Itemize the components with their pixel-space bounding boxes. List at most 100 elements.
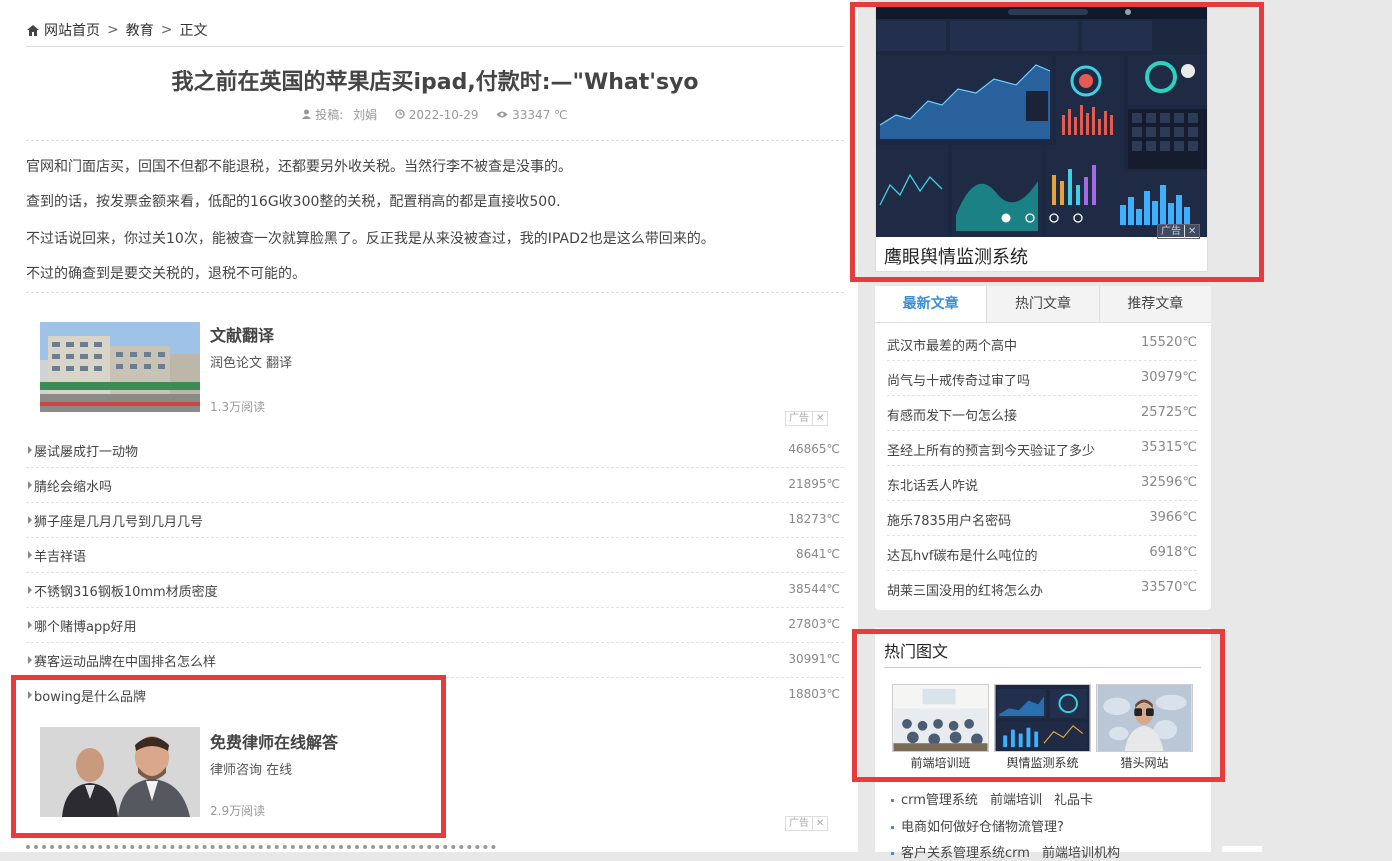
ad-description: 润色论文 翻译 (210, 356, 293, 371)
scroll-to-top-edge[interactable] (1222, 846, 1262, 852)
breadcrumb-home-link[interactable]: 网站首页 (44, 20, 100, 40)
ad-label: 广告 (789, 818, 809, 829)
latest-list-item[interactable]: 武汉市最差的两个高中 15520℃ (887, 326, 1197, 361)
related-list-item[interactable]: 羊吉祥语 8641℃ (26, 538, 844, 573)
latest-item-title[interactable]: 圣经上所有的预言到今天验证了多少 (887, 440, 1095, 459)
latest-item-title[interactable]: 施乐7835用户名密码 (887, 510, 1011, 529)
publish-date: 2022-10-29 (408, 108, 479, 122)
related-item-views: 27803℃ (788, 617, 840, 631)
breadcrumb-category-link[interactable]: 教育 (126, 20, 154, 40)
tab-recommended[interactable]: 推荐文章 (1098, 286, 1211, 322)
latest-list-item[interactable]: 圣经上所有的预言到今天验证了多少 35315℃ (887, 431, 1197, 466)
latest-item-views: 25725℃ (1141, 405, 1197, 420)
related-item-title[interactable]: 狮子座是几月几号到几月几号 (34, 511, 203, 530)
latest-item-views: 15520℃ (1141, 335, 1197, 350)
related-item-title[interactable]: 赛客运动品牌在中国排名怎么样 (34, 651, 216, 670)
article-paragraph: 查到的话，按发票金额来看，低配的16G收300整的关税，配置稍高的都是直接收50… (26, 194, 561, 210)
latest-list-item[interactable]: 达瓦hvf碳布是什么吨位的 6918℃ (887, 536, 1197, 571)
tag-link[interactable]: 前端培训 (990, 793, 1042, 808)
home-icon (27, 24, 39, 36)
latest-item-views: 30979℃ (1141, 370, 1197, 385)
tag-link[interactable]: 客户关系管理系统crm (901, 846, 1030, 861)
latest-list-item[interactable]: 尚气与十戒传奇过审了吗 30979℃ (887, 361, 1197, 396)
related-item-views: 21895℃ (788, 477, 840, 491)
latest-item-title[interactable]: 武汉市最差的两个高中 (887, 335, 1017, 354)
related-item-views: 8641℃ (795, 547, 840, 561)
related-item-views: 18803℃ (788, 687, 840, 701)
ad-badge: 广告 ✕ (785, 411, 829, 426)
latest-item-views: 32596℃ (1141, 475, 1197, 490)
user-icon (302, 109, 312, 119)
caret-right-icon (28, 621, 32, 629)
latest-item-title[interactable]: 有感而发下一句怎么接 (887, 405, 1017, 424)
highlight-box (11, 675, 446, 838)
latest-item-views: 35315℃ (1141, 440, 1197, 455)
tag-link[interactable]: 礼品卡 (1054, 793, 1093, 808)
eye-icon (496, 111, 508, 118)
bullet-icon (891, 799, 894, 802)
breadcrumb-current: 正文 (179, 23, 208, 39)
related-list-item[interactable]: 腈纶会缩水吗 21895℃ (26, 468, 844, 503)
ad-label: 广告 (789, 413, 809, 424)
view-count: 33347 ℃ (512, 108, 568, 122)
ad-title[interactable]: 文献翻译 (210, 322, 274, 346)
related-list-item[interactable]: 不锈钢316钢板10mm材质密度 38544℃ (26, 573, 844, 608)
author-label: 投稿: (315, 108, 344, 122)
caret-right-icon (28, 516, 32, 524)
breadcrumb: 网站首页 > 教育 > 正文 (26, 20, 207, 40)
bullet-icon (891, 852, 894, 855)
latest-item-title[interactable]: 东北话丢人咋说 (887, 475, 978, 494)
related-item-views: 30991℃ (788, 652, 840, 666)
caret-right-icon (28, 481, 32, 489)
breadcrumb-separator: > (160, 22, 173, 38)
latest-item-title[interactable]: 尚气与十戒传奇过审了吗 (887, 370, 1030, 389)
related-item-views: 18273℃ (788, 512, 840, 526)
latest-list-item[interactable]: 施乐7835用户名密码 3966℃ (887, 501, 1197, 536)
ad-badge: 广告 ✕ (785, 816, 829, 831)
highlight-box (850, 2, 1264, 282)
related-list-item[interactable]: 狮子座是几月几号到几月几号 18273℃ (26, 503, 844, 538)
related-item-title[interactable]: 哪个赌博app好用 (34, 616, 136, 635)
ad-thumbnail-building[interactable] (40, 322, 200, 412)
divider (26, 292, 844, 293)
article-paragraph: 不过的确查到是要交关税的，退税不可能的。 (26, 266, 306, 282)
highlight-box (852, 629, 1225, 782)
related-list-item[interactable]: 屡试屡成打一动物 46865℃ (26, 433, 844, 468)
author-name[interactable]: 刘娟 (353, 108, 377, 122)
latest-item-views: 6918℃ (1149, 545, 1197, 560)
caret-right-icon (28, 551, 32, 559)
latest-item-title[interactable]: 胡莱三国没用的红将怎么办 (887, 580, 1043, 599)
related-item-title[interactable]: 不锈钢316钢板10mm材质密度 (34, 581, 218, 600)
article-title: 我之前在英国的苹果店买ipad,付款时:—"What'syo (171, 70, 699, 95)
article-paragraph: 不过话说回来，你过关10次，能被查一次就算脸黑了。反正我是从来没被查过，我的IP… (26, 231, 715, 247)
related-list-item[interactable]: 赛客运动品牌在中国排名怎么样 30991℃ (26, 643, 844, 678)
article-tabs-panel: 最新文章 热门文章 推荐文章 武汉市最差的两个高中 15520℃ 尚气与十戒传奇过… (875, 286, 1211, 610)
article-paragraph: 官网和门面店买，回国不但都不能退税，还都要另外收关税。当然行李不被查是没事的。 (26, 159, 572, 175)
related-list-item[interactable]: 哪个赌博app好用 27803℃ (26, 608, 844, 643)
next-item-partial (26, 845, 726, 852)
caret-right-icon (28, 656, 32, 664)
caret-right-icon (28, 586, 32, 594)
tab-hot[interactable]: 热门文章 (986, 286, 1099, 322)
latest-list-item[interactable]: 东北话丢人咋说 32596℃ (887, 466, 1197, 501)
ad-close-icon[interactable]: ✕ (812, 817, 827, 830)
latest-list-item[interactable]: 胡莱三国没用的红将怎么办 33570℃ (887, 571, 1197, 606)
latest-list-item[interactable]: 有感而发下一句怎么接 25725℃ (887, 396, 1197, 431)
tag-link[interactable]: crm管理系统 (901, 793, 978, 808)
related-item-title[interactable]: 羊吉祥语 (34, 546, 86, 565)
related-item-views: 46865℃ (788, 442, 840, 456)
tag-link-row: 电商如何做好仓储物流管理? (891, 816, 1076, 835)
breadcrumb-separator: > (107, 22, 119, 38)
tag-link[interactable]: 前端培训机构 (1042, 846, 1120, 861)
divider (26, 140, 844, 141)
tag-link[interactable]: 电商如何做好仓储物流管理? (901, 820, 1064, 835)
ad-card-translation[interactable]: 文献翻译 润色论文 翻译 1.3万阅读 广告 ✕ (40, 322, 844, 432)
latest-item-views: 33570℃ (1141, 580, 1197, 595)
related-item-views: 38544℃ (788, 582, 840, 596)
tab-latest[interactable]: 最新文章 (875, 286, 987, 322)
ad-read-count: 1.3万阅读 (210, 400, 266, 414)
ad-close-icon[interactable]: ✕ (812, 412, 827, 425)
related-item-title[interactable]: 腈纶会缩水吗 (34, 476, 112, 495)
related-item-title[interactable]: 屡试屡成打一动物 (34, 441, 138, 460)
latest-item-title[interactable]: 达瓦hvf碳布是什么吨位的 (887, 545, 1038, 564)
